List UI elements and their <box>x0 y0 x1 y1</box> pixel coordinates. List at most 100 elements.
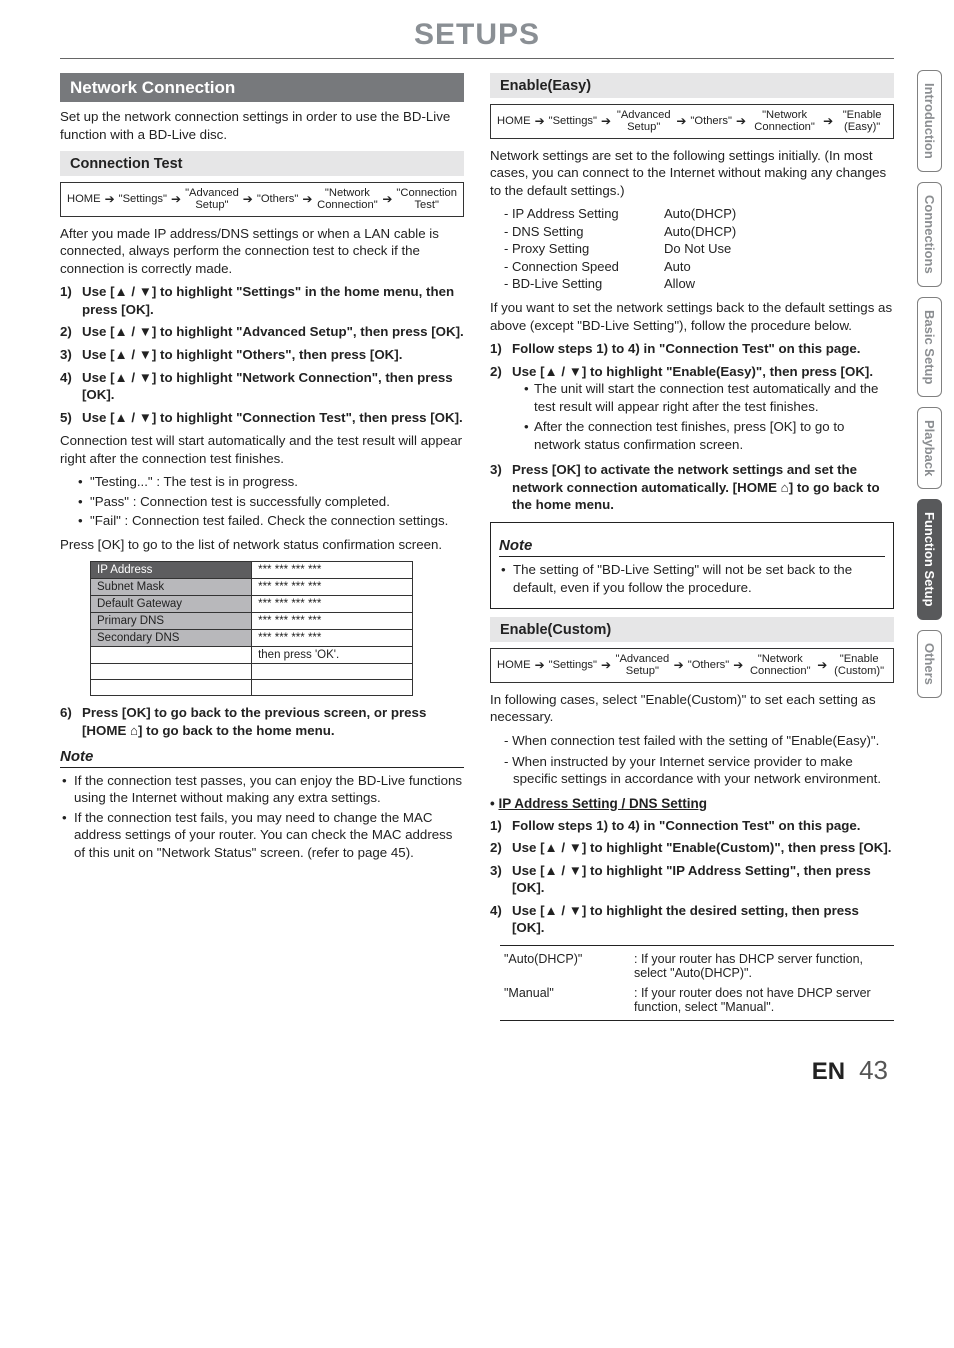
easy-steps: 1)Follow steps 1) to 4) in "Connection T… <box>490 340 894 514</box>
arrow-icon: ➔ <box>535 659 545 672</box>
th-ip: IP Address <box>91 562 252 579</box>
arrow-icon: ➔ <box>302 193 312 206</box>
steps-list: 1)Use [▲ / ▼] to highlight "Settings" in… <box>60 283 464 426</box>
easy-step-2: Use [▲ / ▼] to highlight "Enable(Easy)",… <box>512 363 894 457</box>
subsection-enable-easy: Enable(Easy) <box>490 73 894 98</box>
note-item: If the connection test fails, you may ne… <box>74 809 464 862</box>
note-bullets: The setting of "BD-Live Setting" will no… <box>513 561 885 596</box>
choice-key: "Manual" <box>504 986 634 1014</box>
ip-dns-heading-text: IP Address Setting / DNS Setting <box>498 796 707 811</box>
step-4: Use [▲ / ▼] to highlight "Network Connec… <box>82 369 464 404</box>
custom-step-4: Use [▲ / ▼] to highlight the desired set… <box>512 902 894 937</box>
result-bullets: "Testing..." : The test is in progress. … <box>90 473 464 530</box>
step-6: Press [OK] to go back to the previous sc… <box>82 704 464 739</box>
tab-function-setup[interactable]: Function Setup <box>917 499 942 620</box>
arrow-icon: ➔ <box>674 659 684 672</box>
choice-key: "Auto(DHCP)" <box>504 952 634 980</box>
arrow-icon: ➔ <box>243 193 253 206</box>
note-item: If the connection test passes, you can e… <box>74 772 464 807</box>
default-settings: - IP Address SettingAuto(DHCP) - DNS Set… <box>504 205 894 293</box>
td-key: Primary DNS <box>91 613 252 630</box>
paragraph: Connection test will start automatically… <box>60 432 464 467</box>
arrow-icon: ➔ <box>382 193 392 206</box>
easy-step-1: Follow steps 1) to 4) in "Connection Tes… <box>512 340 894 358</box>
tab-introduction[interactable]: Introduction <box>917 70 942 172</box>
columns: Network Connection Set up the network co… <box>60 73 894 1025</box>
bc-item: "Connection Test" <box>396 187 457 212</box>
tab-others[interactable]: Others <box>917 630 942 698</box>
ip-dns-heading: • IP Address Setting / DNS Setting <box>490 796 894 811</box>
bc-item: "Others" <box>257 193 299 205</box>
rule <box>60 58 894 59</box>
bc-item: "Enable (Custom)" <box>831 653 887 678</box>
paragraph: In following cases, select "Enable(Custo… <box>490 691 894 726</box>
arrow-icon: ➔ <box>817 659 827 672</box>
default-val: Allow <box>664 275 695 293</box>
bc-item: "Advanced Setup" <box>185 187 239 212</box>
bc-item: "Network Connection" <box>750 109 819 134</box>
custom-steps: 1)Follow steps 1) to 4) in "Connection T… <box>490 817 894 937</box>
bc-item: HOME <box>67 193 101 205</box>
default-key: - DNS Setting <box>504 223 664 241</box>
arrow-icon: ➔ <box>105 193 115 206</box>
easy-step-2-text: Use [▲ / ▼] to highlight "Enable(Easy)",… <box>512 364 873 379</box>
easy-step-2-sub: The unit will start the connection test … <box>534 380 894 453</box>
td-value: *** *** *** *** <box>252 613 413 630</box>
breadcrumb-connection-test: HOME➔ "Settings"➔ "Advanced Setup"➔ "Oth… <box>60 182 464 217</box>
default-val: Auto <box>664 258 691 276</box>
paragraph: After you made IP address/DNS settings o… <box>60 225 464 278</box>
bullet: "Pass" : Connection test is successfully… <box>90 493 464 511</box>
arrow-icon: ➔ <box>601 115 611 128</box>
tab-basic-setup[interactable]: Basic Setup <box>917 297 942 397</box>
dash-item: - When instructed by your Internet servi… <box>504 753 894 788</box>
page-title: SETUPS <box>60 18 894 52</box>
arrow-icon: ➔ <box>736 115 746 128</box>
network-status-table: IP Address*** *** *** *** Subnet Mask***… <box>90 561 413 696</box>
arrow-icon: ➔ <box>733 659 743 672</box>
dhcp-choice-table: "Auto(DHCP)" : If your router has DHCP s… <box>500 945 894 1021</box>
bc-item: "Network Connection" <box>316 187 378 212</box>
page-footer: EN 43 <box>60 1055 894 1086</box>
td-value: *** *** *** *** <box>252 596 413 613</box>
custom-step-3: Use [▲ / ▼] to highlight "IP Address Set… <box>512 862 894 897</box>
paragraph: If you want to set the network settings … <box>490 299 894 334</box>
note-heading: Note <box>60 748 464 768</box>
choice-val: : If your router does not have DHCP serv… <box>634 986 890 1014</box>
arrow-icon: ➔ <box>823 115 833 128</box>
intro-text: Set up the network connection settings i… <box>60 108 464 143</box>
bc-item: "Network Connection" <box>747 653 813 678</box>
tab-playback[interactable]: Playback <box>917 407 942 489</box>
bc-item: "Others" <box>688 659 730 671</box>
page: SETUPS Introduction Connections Basic Se… <box>0 0 954 1116</box>
bc-item: HOME <box>497 115 531 127</box>
bullet: "Fail" : Connection test failed. Check t… <box>90 512 464 530</box>
bc-item: "Enable (Easy)" <box>837 109 887 134</box>
steps-list-2: 6)Press [OK] to go back to the previous … <box>60 704 464 739</box>
section-network-connection: Network Connection <box>60 73 464 102</box>
default-key: - Proxy Setting <box>504 240 664 258</box>
td-value: *** *** *** *** <box>252 562 413 579</box>
note-item: The setting of "BD-Live Setting" will no… <box>513 561 885 596</box>
note-heading: Note <box>499 537 885 557</box>
paragraph: Press [OK] to go to the list of network … <box>60 536 464 554</box>
td-value: *** *** *** *** <box>252 579 413 596</box>
td-footer: then press 'OK'. <box>252 647 413 664</box>
subsection-connection-test: Connection Test <box>60 151 464 176</box>
tab-connections[interactable]: Connections <box>917 182 942 287</box>
sub-bullet: After the connection test finishes, pres… <box>534 418 894 453</box>
bc-item: HOME <box>497 659 531 671</box>
note-box: Note The setting of "BD-Live Setting" wi… <box>490 522 894 609</box>
custom-step-2: Use [▲ / ▼] to highlight "Enable(Custom)… <box>512 839 894 857</box>
arrow-icon: ➔ <box>601 659 611 672</box>
td-key: Default Gateway <box>91 596 252 613</box>
choice-val: : If your router has DHCP server functio… <box>634 952 890 980</box>
page-number: 43 <box>859 1055 888 1086</box>
step-3: Use [▲ / ▼] to highlight "Others", then … <box>82 346 464 364</box>
paragraph: Network settings are set to the followin… <box>490 147 894 200</box>
bc-item: "Settings" <box>549 659 597 671</box>
default-val: Auto(DHCP) <box>664 205 736 223</box>
side-tabs: Introduction Connections Basic Setup Pla… <box>917 70 942 698</box>
step-5: Use [▲ / ▼] to highlight "Connection Tes… <box>82 409 464 427</box>
td-key: Subnet Mask <box>91 579 252 596</box>
subsection-enable-custom: Enable(Custom) <box>490 617 894 642</box>
